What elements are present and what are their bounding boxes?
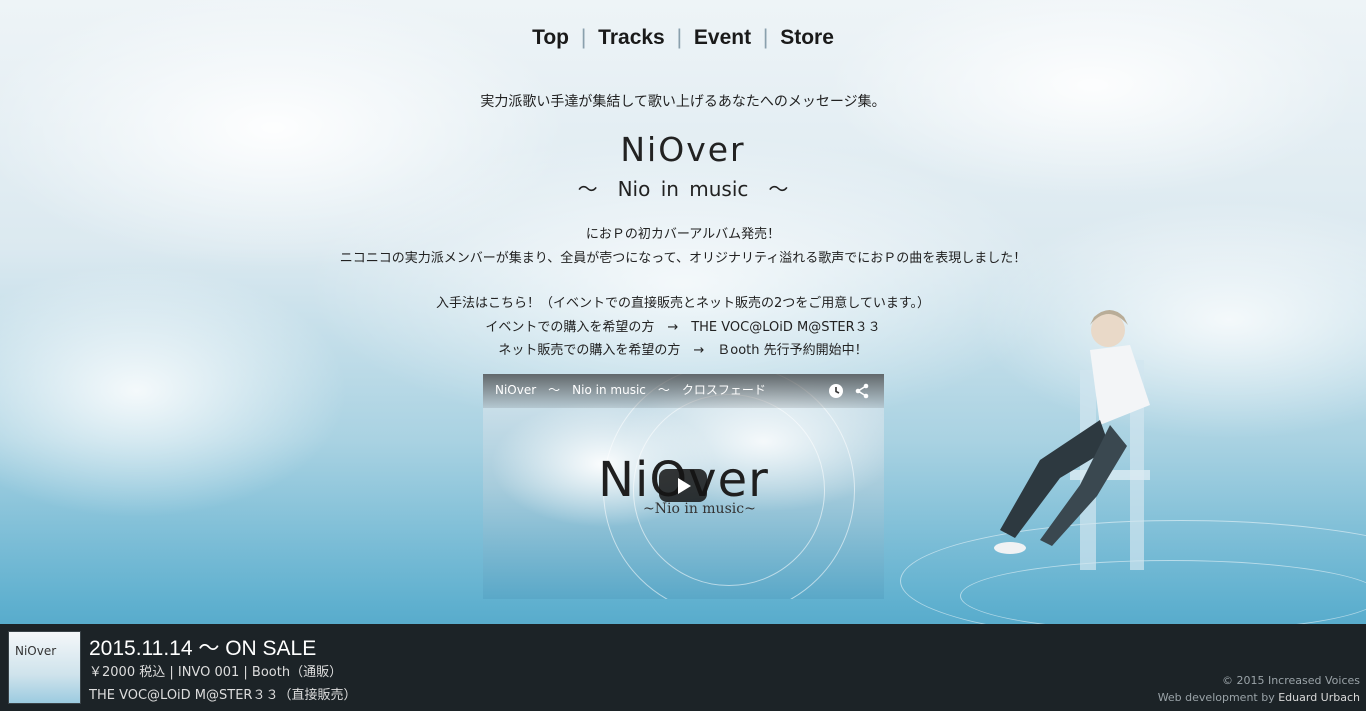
release-footer: NiOver 2015.11.14 ～ ON SALE ￥2000 税込 | I… (0, 624, 1366, 711)
price-info: ￥2000 税込 | INVO 001 | Booth（通販） (89, 665, 343, 680)
play-icon[interactable] (659, 469, 707, 502)
video-logo-subtitle: ~Nio in music~ (643, 501, 756, 517)
nav-event[interactable]: Event (694, 26, 751, 49)
nav-separator: | (580, 26, 587, 49)
album-cover[interactable]: NiOver (8, 631, 81, 704)
share-icon[interactable] (854, 383, 870, 403)
nav-separator: | (676, 26, 683, 49)
event-info: THE VOC@LOiD M@STER３３（直接販売） (89, 688, 357, 703)
developer-link[interactable]: Eduard Urbach (1278, 691, 1360, 704)
copyright: © 2015 Increased Voices (1221, 674, 1360, 687)
release-date: 2015.11.14 ～ ON SALE (89, 637, 317, 660)
nav-store[interactable]: Store (780, 26, 834, 49)
credits: © 2015 Increased Voices Web development … (1158, 672, 1360, 706)
tagline: 実力派歌い手達が集結して歌い上げるあなたへのメッセージ集。 (480, 94, 886, 110)
top-nav: Top | Tracks | Event | Store (0, 26, 1366, 50)
desc-line: ニコニコの実力派メンバーが集まり、全員が壱つになって、オリジナリティ溢れる歌声で… (339, 250, 1027, 266)
album-title: NiOver (620, 130, 746, 169)
clock-icon[interactable] (828, 383, 844, 403)
nav-tracks[interactable]: Tracks (598, 26, 665, 49)
nav-top[interactable]: Top (532, 26, 569, 49)
video-title-bar: NiOver ～ Nio in music ～ クロスフェード (483, 374, 884, 408)
dev-prefix: Web development by (1157, 691, 1275, 704)
video-title[interactable]: NiOver ～ Nio in music ～ クロスフェード (495, 383, 766, 397)
character-illustration (994, 310, 1150, 570)
cover-title: NiOver (15, 644, 57, 658)
nav-separator: | (762, 26, 769, 49)
desc-line: におＰの初カバーアルバム発売！ (585, 227, 781, 242)
album-subtitle: ～ Nio in music ～ (577, 177, 789, 201)
video-player[interactable]: NiOver ~Nio in music~ NiOver ～ Nio in mu… (483, 374, 884, 599)
